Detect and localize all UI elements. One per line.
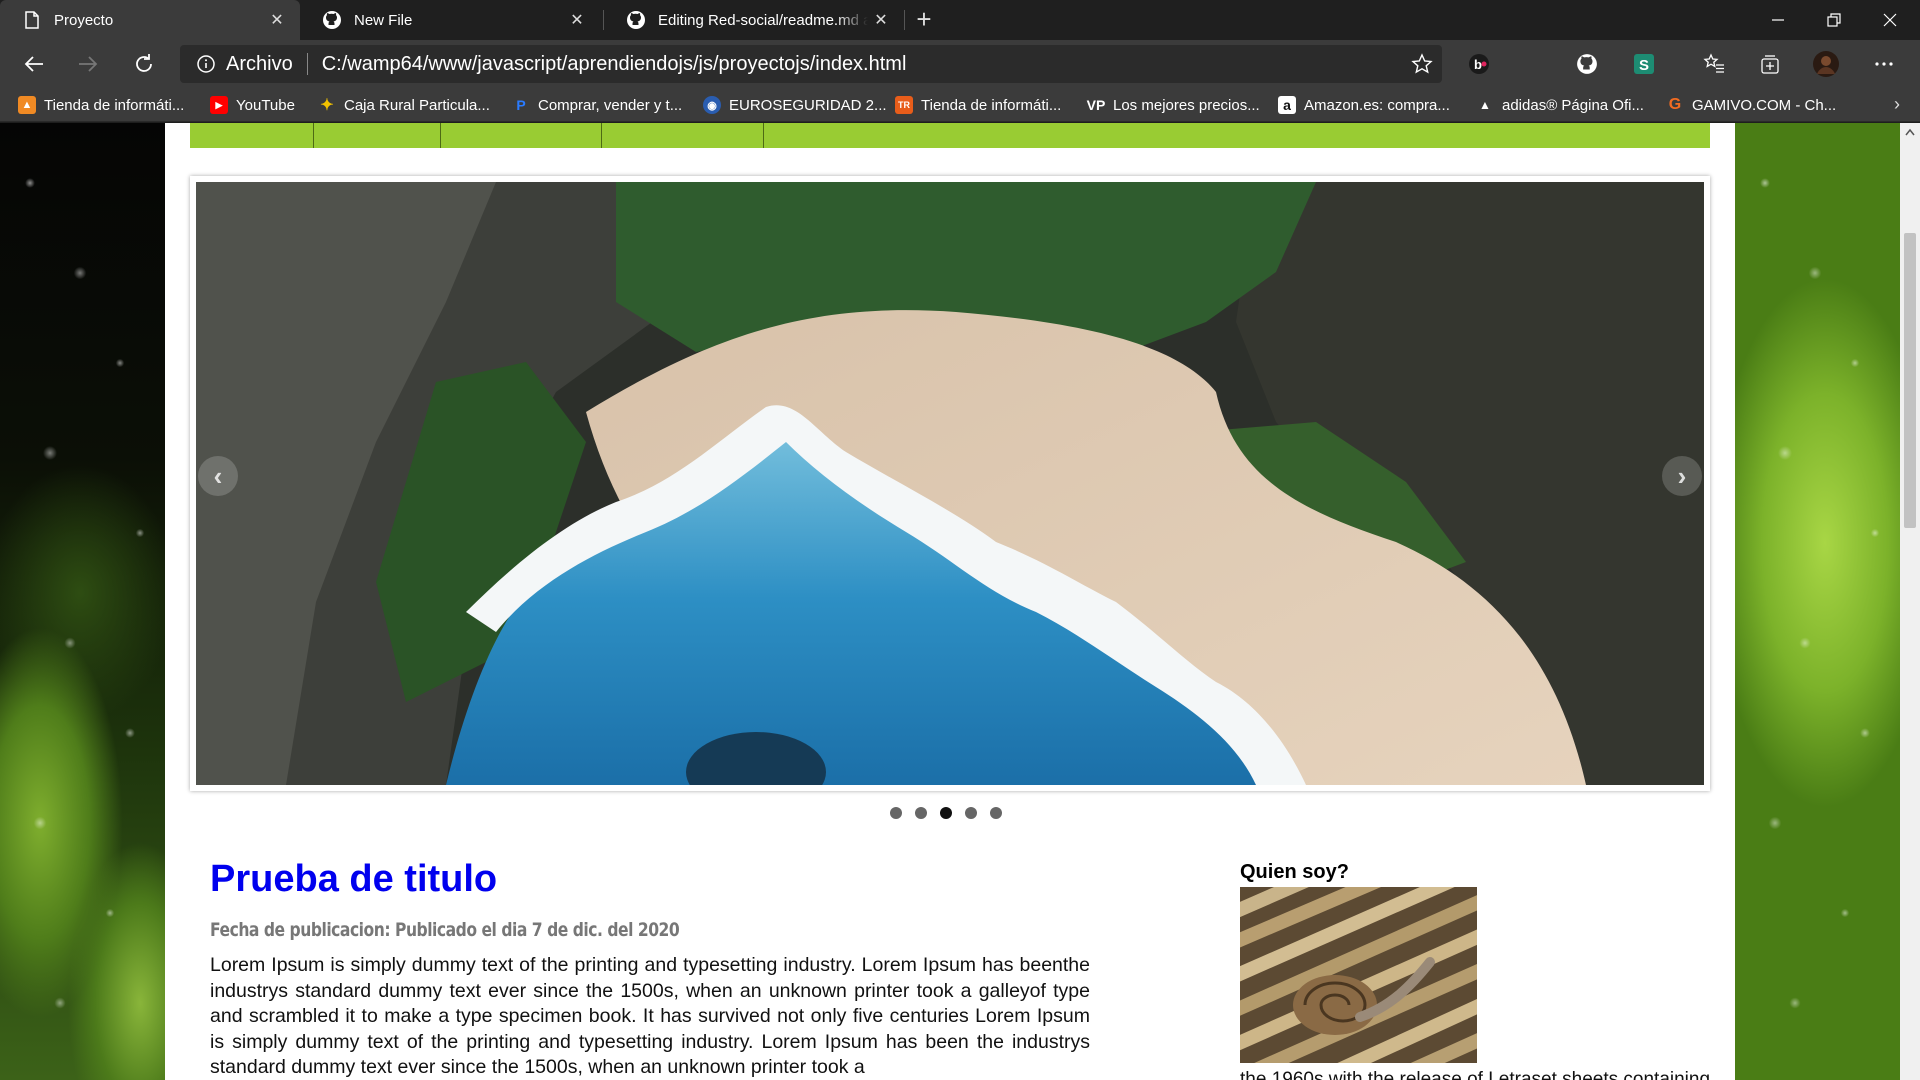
tab-new-file[interactable]: New File ✕ [300, 0, 600, 40]
store-icon: TR [895, 96, 913, 114]
about-text: the 1960s with the release of Letraset s… [1240, 1069, 1711, 1080]
minimize-button[interactable] [1750, 0, 1806, 40]
restore-button[interactable] [1806, 0, 1862, 40]
bookmark-gamivo[interactable]: G GAMIVO.COM - Ch... [1666, 94, 1836, 116]
svg-text:b: b [1474, 57, 1482, 72]
browser-toolbar: Archivo C:/wamp64/www/javascript/aprendi… [0, 40, 1920, 88]
bookmark-label: Tienda de informáti... [44, 96, 185, 114]
bookmark-label: EUROSEGURIDAD 2... [729, 96, 887, 114]
tab-title: Proyecto [54, 11, 114, 29]
slider-dot-5[interactable] [990, 807, 1002, 819]
bookmarks-bar: ▲ Tienda de informáti... ▶ YouTube ✦ Caj… [0, 88, 1920, 122]
address-divider [306, 53, 308, 75]
article-body: Lorem Ipsum is simply dummy text of the … [210, 954, 1090, 1078]
article-title: Prueba de titulo [210, 858, 498, 900]
nav-item[interactable] [190, 123, 314, 148]
tab-editing-readme[interactable]: Editing Red-social/readme.md at ✕ [604, 0, 904, 40]
article-date: Fecha de publicacion: Publicado el dia 7… [210, 919, 680, 941]
article: Prueba de titulo Fecha de publicacion: P… [210, 858, 1090, 1080]
page-viewport: ‹ › Prueba de titulo Fecha de publicacio… [0, 123, 1900, 1080]
nav-item[interactable] [441, 123, 602, 148]
close-window-button[interactable] [1862, 0, 1918, 40]
bookmark-tienda-informatica-2[interactable]: TR Tienda de informáti... [895, 94, 1061, 116]
bookmark-label: Caja Rural Particula... [344, 96, 490, 114]
info-icon[interactable] [196, 54, 216, 74]
svg-text:S: S [1639, 57, 1649, 74]
slider-dot-4[interactable] [965, 807, 977, 819]
bookmark-label: Los mejores precios... [1113, 96, 1260, 114]
background-leaf-right [1735, 123, 1900, 1080]
bookmark-caja-rural[interactable]: ✦ Caja Rural Particula... [318, 94, 490, 116]
tab-bar: Proyecto ✕ New File ✕ Editing Red-social… [0, 0, 1920, 40]
bookmark-comprar-vender[interactable]: P Comprar, vender y t... [512, 94, 682, 116]
bookmark-label: Comprar, vender y t... [538, 96, 683, 114]
slider-dot-1[interactable] [890, 807, 902, 819]
euroseguridad-icon: ◉ [703, 96, 721, 114]
slider-dot-3[interactable] [940, 807, 952, 819]
github-icon [626, 10, 646, 30]
new-tab-button[interactable]: + [910, 6, 938, 34]
close-icon[interactable]: ✕ [264, 7, 290, 33]
favorites-icon[interactable] [1700, 50, 1728, 78]
vp-icon: VP [1086, 97, 1106, 113]
gamivo-icon: G [1668, 96, 1682, 113]
github-icon [322, 10, 342, 30]
slider-dot-2[interactable] [915, 807, 927, 819]
bookmark-adidas[interactable]: ▲ adidas® Página Ofi... [1476, 94, 1644, 116]
bookmark-label: GAMIVO.COM - Ch... [1692, 96, 1837, 114]
close-icon[interactable]: ✕ [868, 7, 894, 33]
page-container: ‹ › Prueba de titulo Fecha de publicacio… [165, 123, 1735, 1080]
more-options-icon[interactable] [1870, 50, 1898, 78]
extension-b-icon[interactable]: b [1465, 50, 1493, 78]
github-extension-icon[interactable] [1573, 50, 1601, 78]
youtube-icon: ▶ [210, 96, 228, 114]
amazon-icon: a [1278, 96, 1296, 114]
bookmark-mejores-precios[interactable]: VP Los mejores precios... [1087, 94, 1260, 116]
bookmark-youtube[interactable]: ▶ YouTube [210, 94, 295, 116]
bookmark-label: Tienda de informáti... [921, 96, 1062, 114]
tab-separator [904, 10, 905, 30]
tab-title: New File [354, 11, 413, 29]
image-slider: ‹ › [190, 176, 1710, 791]
tab-proyecto[interactable]: Proyecto ✕ [0, 0, 300, 40]
bookmark-euroseguridad[interactable]: ◉ EUROSEGURIDAD 2... [703, 94, 887, 116]
nav-item[interactable] [602, 123, 764, 148]
refresh-button[interactable] [126, 46, 162, 82]
url-text[interactable]: C:/wamp64/www/javascript/aprendiendojs/j… [322, 53, 1402, 76]
bookmark-tienda-informatica-1[interactable]: ▲ Tienda de informáti... [18, 94, 184, 116]
slider-dots [890, 807, 1002, 819]
snail-image [1240, 887, 1477, 1063]
page-scrollbar[interactable] [1900, 123, 1920, 1080]
s-extension-icon[interactable]: S [1630, 50, 1658, 78]
back-button[interactable] [16, 46, 52, 82]
scrollbar-thumb[interactable] [1904, 233, 1916, 528]
tab-title: Editing Red-social/readme.md at [658, 11, 868, 29]
profile-avatar[interactable] [1812, 50, 1840, 78]
slider-next-button[interactable]: › [1662, 456, 1702, 496]
chevron-right-icon[interactable]: › [1894, 94, 1900, 115]
scroll-up-arrow-icon[interactable] [1900, 123, 1920, 141]
bookmark-label: Amazon.es: compra... [1304, 96, 1450, 114]
collections-icon[interactable] [1756, 50, 1784, 78]
forward-button[interactable] [70, 46, 106, 82]
caja-rural-icon: ✦ [320, 97, 334, 114]
main-nav [190, 123, 1710, 148]
paypal-icon: P [516, 97, 526, 113]
about-title: Quien soy? [1240, 861, 1349, 883]
adidas-icon: ▲ [1479, 98, 1491, 112]
favorite-star-icon[interactable] [1402, 53, 1442, 75]
page-icon [22, 10, 42, 30]
close-icon[interactable]: ✕ [564, 7, 590, 33]
nav-item[interactable] [314, 123, 441, 148]
slide-image-beach [196, 182, 1704, 785]
shop-bag-icon: ▲ [18, 96, 36, 114]
sidebar-about: Quien soy? the 1960s with the release of… [1240, 861, 1720, 1080]
bookmark-label: YouTube [236, 96, 295, 114]
bookmark-label: adidas® Página Ofi... [1502, 96, 1644, 114]
address-bar[interactable]: Archivo C:/wamp64/www/javascript/aprendi… [180, 45, 1442, 83]
scheme-label: Archivo [226, 52, 293, 75]
slider-prev-button[interactable]: ‹ [198, 456, 238, 496]
bookmark-amazon[interactable]: a Amazon.es: compra... [1278, 94, 1450, 116]
background-leaf-left [0, 123, 165, 1080]
